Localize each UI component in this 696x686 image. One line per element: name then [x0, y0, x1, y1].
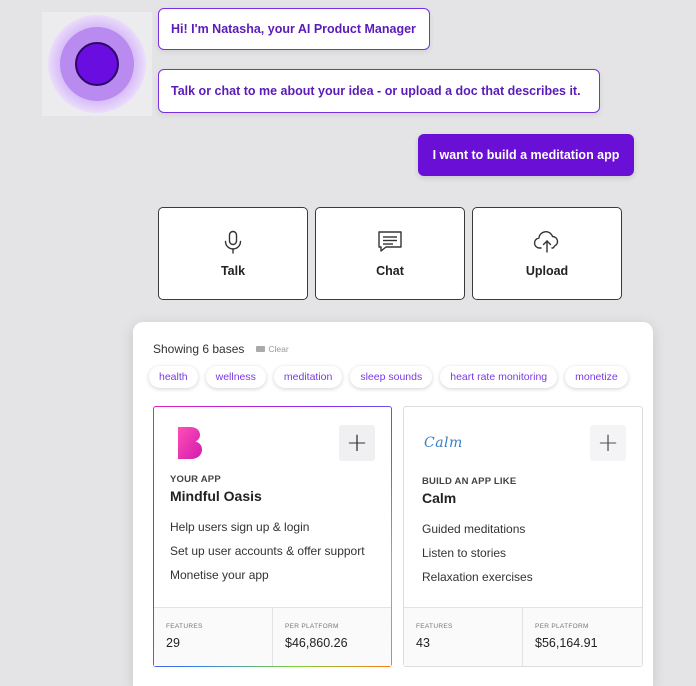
chip-monetize[interactable]: monetize: [565, 366, 628, 388]
chip-wellness[interactable]: wellness: [205, 366, 266, 388]
bot-message-instructions: Talk or chat to me about your idea - or …: [158, 69, 600, 113]
user-message: I want to build a meditation app: [418, 134, 634, 176]
avatar-orb-icon: [75, 42, 119, 86]
card-title: Calm: [422, 490, 457, 506]
price-value: $56,164.91: [535, 636, 598, 650]
microphone-icon: [222, 230, 244, 254]
card-kicker: YOUR APP: [170, 474, 221, 485]
features-stat: FEATURES 29: [154, 608, 272, 666]
chat-button-label: Chat: [376, 263, 404, 278]
price-value: $46,860.26: [285, 636, 348, 650]
clear-label: Clear: [268, 344, 289, 354]
bases-header: Showing 6 bases Clear: [153, 342, 289, 356]
add-button[interactable]: +: [339, 425, 375, 461]
price-stat: PER PLATFORM $56,164.91: [522, 608, 642, 666]
card-kicker: BUILD AN APP LIKE: [422, 476, 517, 487]
avatar-glow: [48, 15, 146, 113]
your-app-card[interactable]: + YOUR APP Mindful Oasis Help users sign…: [153, 406, 392, 667]
chip-sleep-sounds[interactable]: sleep sounds: [350, 366, 433, 388]
features-count: 43: [416, 636, 430, 650]
calm-base-card[interactable]: Calm + BUILD AN APP LIKE Calm Guided med…: [403, 406, 643, 667]
bot-message-greeting: Hi! I'm Natasha, your AI Product Manager: [158, 8, 430, 50]
features-stat: FEATURES 43: [404, 608, 522, 666]
feature-item: Guided meditations: [422, 522, 526, 536]
chip-health[interactable]: health: [149, 366, 198, 388]
chip-meditation[interactable]: meditation: [273, 366, 343, 388]
calm-logo: Calm: [424, 435, 463, 451]
features-label: FEATURES: [416, 623, 453, 630]
talk-button[interactable]: Talk: [158, 207, 308, 300]
assistant-avatar: [42, 12, 152, 116]
clear-button[interactable]: Clear: [256, 344, 289, 354]
feature-item: Monetise your app: [170, 568, 269, 582]
feature-item: Relaxation exercises: [422, 570, 533, 584]
bases-panel: Showing 6 bases Clear health wellness me…: [133, 322, 653, 686]
feature-item: Help users sign up & login: [170, 520, 310, 534]
feature-item: Listen to stories: [422, 546, 507, 560]
builder-b-logo-icon: [176, 426, 206, 460]
upload-button-label: Upload: [525, 263, 569, 278]
card-footer: FEATURES 29 PER PLATFORM $46,860.26: [154, 607, 391, 666]
price-label: PER PLATFORM: [285, 623, 339, 630]
card-title: Mindful Oasis: [170, 488, 262, 504]
features-count: 29: [166, 636, 180, 650]
feature-item: Set up user accounts & offer support: [170, 544, 365, 558]
bases-count-text: Showing 6 bases: [153, 342, 245, 356]
feature-list: Help users sign up & login Set up user a…: [170, 519, 365, 591]
clear-icon: [256, 346, 266, 352]
price-stat: PER PLATFORM $46,860.26: [272, 608, 391, 666]
cloud-upload-icon: [533, 230, 561, 254]
input-mode-actions: Talk Chat Upload: [158, 207, 622, 300]
feature-list: Guided meditations Listen to stories Rel…: [422, 521, 533, 593]
card-footer: FEATURES 43 PER PLATFORM $56,164.91: [404, 607, 642, 666]
price-label: PER PLATFORM: [535, 623, 589, 630]
add-button[interactable]: +: [590, 425, 626, 461]
chip-heart-rate-monitoring[interactable]: heart rate monitoring: [440, 366, 558, 388]
chat-icon: [377, 230, 403, 254]
upload-button[interactable]: Upload: [472, 207, 622, 300]
avatar-ring: [60, 27, 134, 101]
talk-button-label: Talk: [220, 263, 246, 278]
chat-button[interactable]: Chat: [315, 207, 465, 300]
tag-chips: health wellness meditation sleep sounds …: [149, 366, 628, 388]
features-label: FEATURES: [166, 623, 203, 630]
